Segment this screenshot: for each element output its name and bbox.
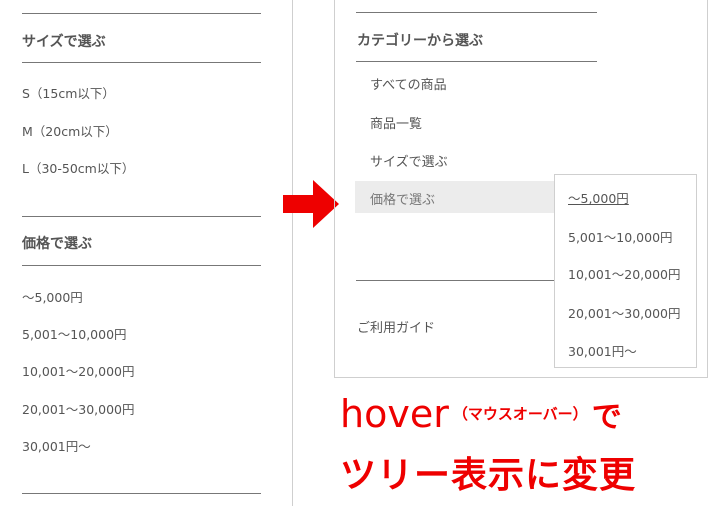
guide-link[interactable]: ご利用ガイド: [357, 317, 435, 336]
divider: [22, 62, 261, 63]
menu-item-by-price[interactable]: 価格で選ぶ: [370, 189, 435, 208]
divider: [22, 493, 261, 494]
dropdown-item[interactable]: 5,001〜10,000円: [568, 227, 673, 246]
dropdown-item[interactable]: 10,001〜20,000円: [568, 264, 680, 283]
dropdown-item[interactable]: 20,001〜30,000円: [568, 303, 680, 322]
divider: [356, 61, 597, 62]
price-item[interactable]: 30,001円〜: [22, 436, 91, 455]
left-sidebar: [0, 0, 293, 506]
price-item[interactable]: 10,001〜20,000円: [22, 361, 134, 380]
size-heading: サイズで選ぶ: [22, 34, 106, 50]
annotation-line1: hover （マウスオーバー）で: [340, 392, 622, 436]
divider: [356, 12, 597, 13]
right-arrow-icon: [283, 180, 339, 228]
price-item[interactable]: 〜5,000円: [22, 287, 83, 306]
annotation-de: で: [591, 400, 622, 435]
category-heading: カテゴリーから選ぶ: [357, 33, 483, 49]
dropdown-item[interactable]: 〜5,000円: [568, 188, 629, 207]
annotation-line2: ツリー表示に変更: [340, 455, 637, 496]
price-item[interactable]: 5,001〜10,000円: [22, 324, 127, 343]
menu-item-all-products[interactable]: すべての商品: [370, 74, 447, 93]
annotation-paren: （マウスオーバー）: [452, 405, 588, 423]
divider: [22, 216, 261, 217]
divider: [22, 265, 261, 266]
size-item-m[interactable]: M（20cm以下）: [22, 121, 118, 140]
annotation-hover: hover: [340, 392, 449, 436]
dropdown-item[interactable]: 30,001円〜: [568, 341, 637, 360]
price-item[interactable]: 20,001〜30,000円: [22, 399, 134, 418]
divider: [22, 13, 261, 14]
size-item-l[interactable]: L（30-50cm以下）: [22, 158, 134, 177]
divider: [356, 280, 556, 281]
menu-item-product-list[interactable]: 商品一覧: [370, 113, 422, 132]
size-item-s[interactable]: S（15cm以下）: [22, 83, 115, 102]
price-dropdown: 〜5,000円 5,001〜10,000円 10,001〜20,000円 20,…: [554, 174, 697, 368]
menu-item-by-size[interactable]: サイズで選ぶ: [370, 151, 448, 170]
price-heading: 価格で選ぶ: [22, 236, 92, 252]
